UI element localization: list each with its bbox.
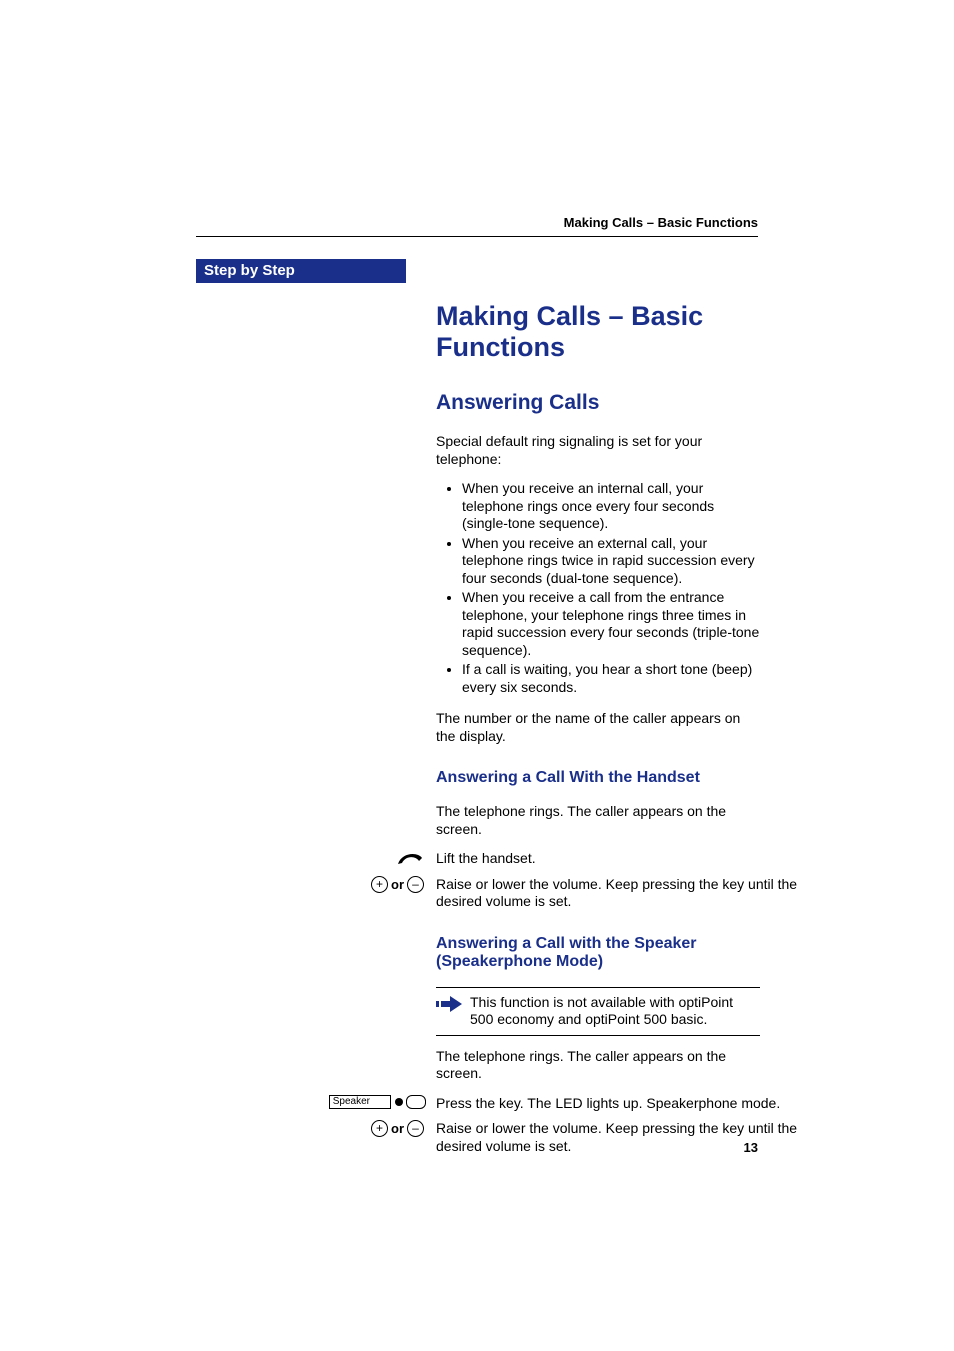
- caller-display-paragraph: The number or the name of the caller app…: [436, 710, 760, 745]
- page-number: 13: [744, 1140, 758, 1155]
- or-label: or: [391, 877, 404, 892]
- step-text: Lift the handset.: [436, 850, 830, 868]
- plus-key-icon: +: [371, 1120, 388, 1137]
- step-text: Raise or lower the volume. Keep pressing…: [436, 876, 830, 911]
- volume-keys: + or –: [266, 1120, 436, 1137]
- led-icon: [395, 1098, 403, 1106]
- volume-keys: + or –: [266, 876, 436, 893]
- handset-intro: The telephone rings. The caller appears …: [436, 803, 760, 838]
- list-item: When you receive an external call, your …: [462, 535, 760, 588]
- speaker-key: Speaker: [266, 1095, 436, 1109]
- step-lift-handset: Lift the handset.: [266, 850, 830, 868]
- speaker-key-label: Speaker: [329, 1095, 391, 1109]
- heading-main: Making Calls – Basic Functions: [436, 301, 760, 363]
- note-box: This function is not available with opti…: [436, 987, 760, 1036]
- list-item: If a call is waiting, you hear a short t…: [462, 661, 760, 696]
- note-text: This function is not available with opti…: [470, 994, 760, 1029]
- step-text: Press the key. The LED lights up. Speake…: [436, 1095, 830, 1113]
- running-head: Making Calls – Basic Functions: [564, 215, 758, 230]
- page: Making Calls – Basic Functions Step by S…: [0, 0, 954, 1351]
- heading-answering-calls: Answering Calls: [436, 391, 760, 415]
- minus-key-icon: –: [407, 1120, 424, 1137]
- list-item: When you receive a call from the entranc…: [462, 589, 760, 659]
- plus-key-icon: +: [371, 876, 388, 893]
- heading-speaker: Answering a Call with the Speaker (Speak…: [436, 935, 760, 971]
- key-icon: [406, 1095, 426, 1109]
- speaker-intro: The telephone rings. The caller appears …: [436, 1048, 760, 1083]
- step-speaker-key: Speaker Press the key. The LED lights up…: [266, 1095, 830, 1113]
- heading-handset: Answering a Call With the Handset: [436, 769, 760, 787]
- minus-key-icon: –: [407, 876, 424, 893]
- handset-icon: [266, 850, 436, 866]
- step-volume-handset: + or – Raise or lower the volume. Keep p…: [266, 876, 830, 911]
- header-rule: [196, 236, 758, 237]
- intro-paragraph: Special default ring signaling is set fo…: [436, 433, 760, 468]
- main-content: Making Calls – Basic Functions Answering…: [436, 283, 760, 1163]
- sidebar-tab-step-by-step: Step by Step: [196, 259, 406, 283]
- note-arrow-icon: [436, 994, 464, 1012]
- step-text: Raise or lower the volume. Keep pressing…: [436, 1120, 830, 1155]
- ring-signal-list: When you receive an internal call, your …: [436, 480, 760, 696]
- or-label: or: [391, 1121, 404, 1136]
- list-item: When you receive an internal call, your …: [462, 480, 760, 533]
